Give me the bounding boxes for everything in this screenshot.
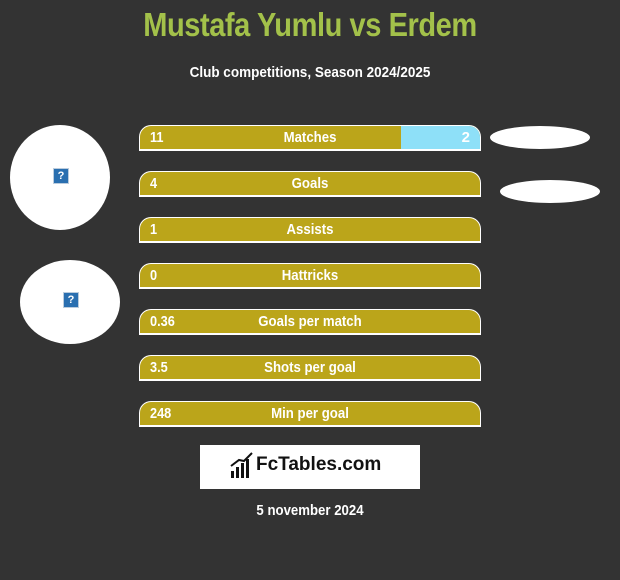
stat-row-min-per-goal: 248 Min per goal (139, 401, 481, 427)
stat-row-assists: 1 Assists (139, 217, 481, 243)
stat-label: Goals per match (258, 313, 362, 330)
stat-label: Matches (283, 129, 337, 146)
logo-text: FcTables.com (256, 454, 382, 475)
left-value: 0 (150, 267, 158, 284)
right-value: 2 (461, 129, 470, 146)
right-badge-oval (490, 126, 590, 149)
fctables-logo[interactable]: FcTables.com (200, 445, 420, 489)
left-value: 4 (150, 175, 158, 192)
broken-image-icon: ? (53, 168, 69, 184)
left-value: 1 (150, 221, 158, 238)
broken-image-icon: ? (63, 292, 79, 308)
stat-row-goals-per-match: 0.36 Goals per match (139, 309, 481, 335)
stat-label: Hattricks (281, 267, 339, 284)
player-left-avatar: ? (10, 125, 110, 230)
stat-row-shots-per-goal: 3.5 Shots per goal (139, 355, 481, 381)
stat-label: Shots per goal (264, 359, 356, 376)
bar-chart-icon (230, 452, 253, 478)
player-right-avatar: ? (20, 260, 120, 344)
stat-row-goals: 4 Goals (139, 171, 481, 197)
stat-row-hattricks: 0 Hattricks (139, 263, 481, 289)
stat-label: Assists (286, 221, 334, 238)
date-label: 5 november 2024 (256, 502, 364, 519)
stat-label: Goals (291, 175, 329, 192)
stat-row-matches: 11 Matches 2 (139, 125, 481, 151)
stat-label: Min per goal (271, 405, 349, 422)
page-title: Mustafa Yumlu vs Erdem (143, 6, 477, 43)
right-badge-oval (500, 180, 600, 203)
season-subtitle: Club competitions, Season 2024/2025 (189, 64, 431, 81)
